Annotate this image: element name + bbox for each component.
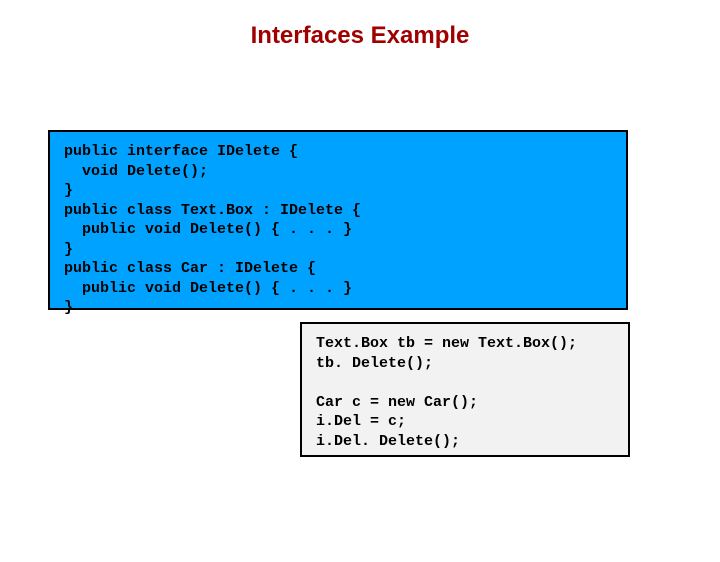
code-block-interface-definitions: public interface IDelete { void Delete()… <box>48 130 628 310</box>
slide-title: Interfaces Example <box>0 22 720 50</box>
code-text-2: Text.Box tb = new Text.Box(); tb. Delete… <box>316 334 614 451</box>
code-text-1: public interface IDelete { void Delete()… <box>64 142 612 318</box>
code-block-usage-example: Text.Box tb = new Text.Box(); tb. Delete… <box>300 322 630 457</box>
